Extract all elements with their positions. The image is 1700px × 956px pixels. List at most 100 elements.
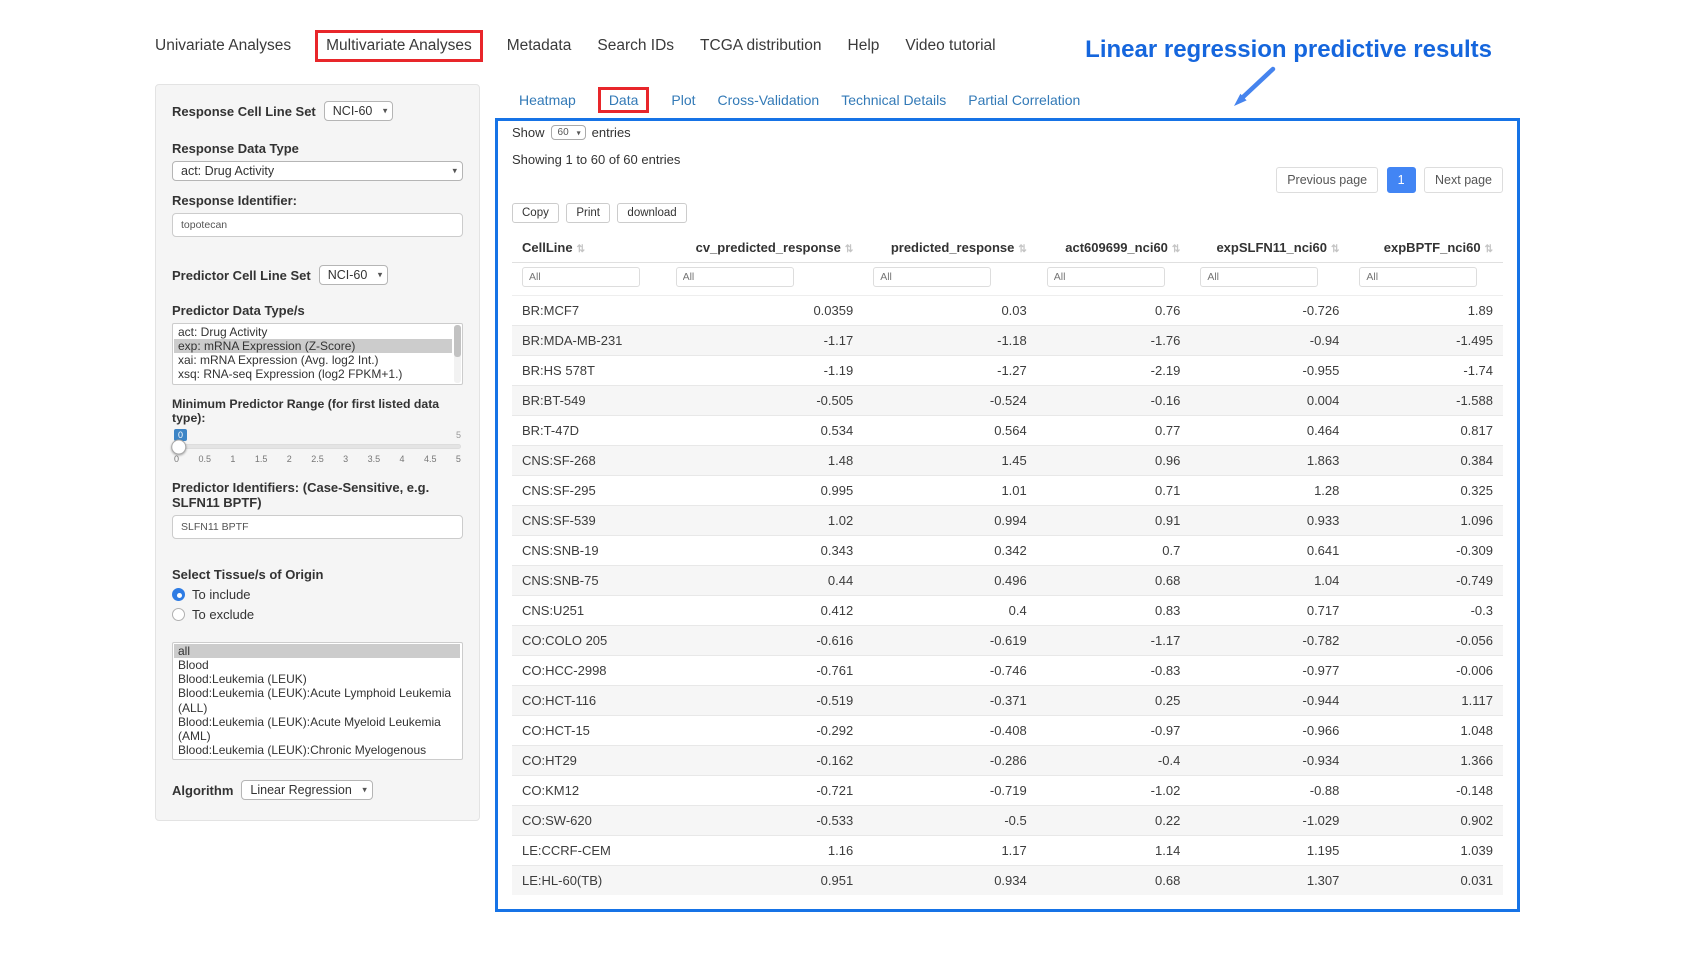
listbox-option[interactable]: xai: mRNA Expression (Avg. log2 Int.)	[174, 353, 452, 367]
column-filter-input[interactable]	[1200, 267, 1318, 287]
predictor-data-type-listbox[interactable]: act: Drug Activity exp: mRNA Expression …	[172, 323, 463, 385]
table-row[interactable]: BR:MDA-MB-231 -1.17 -1.18 -1.76 -0.94 -1…	[512, 326, 1503, 356]
column-filter-input[interactable]	[873, 267, 991, 287]
scrollbar[interactable]	[454, 325, 461, 383]
column-header[interactable]: predicted_response⇅	[863, 233, 1037, 263]
tissue-exclude-radio[interactable]: To exclude	[172, 607, 463, 622]
table-row[interactable]: CO:HCT-15 -0.292 -0.408 -0.97 -0.966 1.0…	[512, 716, 1503, 746]
cv-predicted-response-cell: -0.292	[666, 716, 864, 746]
nav-item[interactable]: Multivariate Analyses	[315, 30, 483, 62]
tab[interactable]: Data	[598, 87, 650, 113]
table-row[interactable]: BR:BT-549 -0.505 -0.524 -0.16 0.004 -1.5…	[512, 386, 1503, 416]
entries-count-select[interactable]: 60 ▾	[551, 125, 586, 140]
column-filter-input[interactable]	[676, 267, 794, 287]
current-page-button[interactable]: 1	[1387, 167, 1416, 193]
column-header[interactable]: expBPTF_nci60⇅	[1349, 233, 1503, 263]
sort-icon[interactable]: ⇅	[1172, 244, 1180, 255]
tab[interactable]: Partial Correlation	[968, 92, 1080, 108]
table-row[interactable]: CNS:SNB-19 0.343 0.342 0.7 0.641 -0.309	[512, 536, 1503, 566]
table-row[interactable]: CNS:U251 0.412 0.4 0.83 0.717 -0.3	[512, 596, 1503, 626]
table-row[interactable]: LE:HL-60(TB) 0.951 0.934 0.68 1.307 0.03…	[512, 866, 1503, 896]
previous-page-button[interactable]: Previous page	[1276, 167, 1378, 193]
slider-tick-label: 3	[343, 454, 348, 464]
listbox-option[interactable]: all	[174, 644, 460, 658]
cv-predicted-response-cell: 0.534	[666, 416, 864, 446]
algorithm-select[interactable]: Linear Regression ▾	[241, 780, 372, 800]
nav-item[interactable]: Search IDs	[597, 37, 674, 55]
table-row[interactable]: LE:CCRF-CEM 1.16 1.17 1.14 1.195 1.039	[512, 836, 1503, 866]
listbox-option[interactable]: xsq: RNA-seq Expression (log2 FPKM+1.)	[174, 367, 452, 381]
column-filter-input[interactable]	[522, 267, 640, 287]
response-data-type-select[interactable]: act: Drug Activity ▾	[172, 161, 463, 181]
predictor-identifiers-input[interactable]	[172, 515, 463, 539]
nav-item[interactable]: Video tutorial	[905, 37, 995, 55]
tab[interactable]: Technical Details	[841, 92, 946, 108]
table-row[interactable]: CNS:SF-295 0.995 1.01 0.71 1.28 0.325	[512, 476, 1503, 506]
select-value: NCI-60	[328, 268, 368, 282]
column-filter-input[interactable]	[1359, 267, 1477, 287]
next-page-button[interactable]: Next page	[1424, 167, 1503, 193]
listbox-option[interactable]: exp: mRNA Expression (Z-Score)	[174, 339, 452, 353]
predictor-cell-line-set-label: Predictor Cell Line Set	[172, 268, 311, 283]
column-header[interactable]: cv_predicted_response⇅	[666, 233, 864, 263]
table-row[interactable]: BR:T-47D 0.534 0.564 0.77 0.464 0.817	[512, 416, 1503, 446]
cv-predicted-response-cell: -1.17	[666, 326, 864, 356]
column-header[interactable]: expSLFN11_nci60⇅	[1190, 233, 1349, 263]
slider-handle[interactable]	[171, 439, 186, 454]
table-row[interactable]: BR:MCF7 0.0359 0.03 0.76 -0.726 1.89	[512, 296, 1503, 326]
table-row[interactable]: CNS:SF-539 1.02 0.994 0.91 0.933 1.096	[512, 506, 1503, 536]
table-row[interactable]: CO:SW-620 -0.533 -0.5 0.22 -1.029 0.902	[512, 806, 1503, 836]
table-row[interactable]: BR:HS 578T -1.19 -1.27 -2.19 -0.955 -1.7…	[512, 356, 1503, 386]
column-filter-input[interactable]	[1047, 267, 1165, 287]
tab[interactable]: Cross-Validation	[718, 92, 820, 108]
nav-item[interactable]: Help	[848, 37, 880, 55]
cv-predicted-response-cell: 1.16	[666, 836, 864, 866]
export-button[interactable]: Print	[566, 203, 610, 223]
tissue-listbox[interactable]: all Blood Blood:Leukemia (LEUK) Blood:Le…	[172, 642, 463, 760]
table-row[interactable]: CO:KM12 -0.721 -0.719 -1.02 -0.88 -0.148	[512, 776, 1503, 806]
sort-icon[interactable]: ⇅	[1018, 244, 1026, 255]
slider-track[interactable]	[174, 444, 461, 449]
response-identifier-label: Response Identifier:	[172, 193, 463, 208]
column-label: CellLine	[522, 240, 573, 255]
nav-item[interactable]: Univariate Analyses	[155, 37, 291, 55]
table-row[interactable]: CNS:SF-268 1.48 1.45 0.96 1.863 0.384	[512, 446, 1503, 476]
listbox-option[interactable]: Blood:Leukemia (LEUK):Acute Lymphoid Leu…	[174, 686, 460, 714]
table-row[interactable]: CO:HT29 -0.162 -0.286 -0.4 -0.934 1.366	[512, 746, 1503, 776]
listbox-option[interactable]: Blood:Leukemia (LEUK):Acute Myeloid Leuk…	[174, 715, 460, 743]
table-row[interactable]: CO:HCT-116 -0.519 -0.371 0.25 -0.944 1.1…	[512, 686, 1503, 716]
sort-icon[interactable]: ⇅	[1485, 244, 1493, 255]
tab[interactable]: Heatmap	[519, 92, 576, 108]
select-value: 60	[558, 127, 569, 138]
nav-item[interactable]: TCGA distribution	[700, 37, 821, 55]
response-identifier-input[interactable]	[172, 213, 463, 237]
sort-icon[interactable]: ⇅	[845, 244, 853, 255]
act609699-cell: 0.7	[1037, 536, 1191, 566]
expbptf-cell: -1.74	[1349, 356, 1503, 386]
column-header[interactable]: act609699_nci60⇅	[1037, 233, 1191, 263]
export-button[interactable]: Copy	[512, 203, 559, 223]
sort-icon[interactable]: ⇅	[1331, 244, 1339, 255]
chevron-down-icon: ▾	[452, 165, 457, 176]
table-row[interactable]: CO:COLO 205 -0.616 -0.619 -1.17 -0.782 -…	[512, 626, 1503, 656]
predicted-response-cell: 0.564	[863, 416, 1037, 446]
column-header[interactable]: CellLine ⇅	[512, 233, 666, 263]
table-filter-row	[512, 263, 1503, 296]
listbox-option[interactable]: Blood:Leukemia (LEUK):Chronic Myelogenou…	[174, 743, 460, 760]
act609699-cell: -1.02	[1037, 776, 1191, 806]
tissue-include-radio[interactable]: To include	[172, 587, 463, 602]
min-predictor-range-slider[interactable]: 0 5 00.511.522.533.544.55	[174, 429, 461, 464]
export-button[interactable]: download	[617, 203, 686, 223]
table-row[interactable]: CNS:SNB-75 0.44 0.496 0.68 1.04 -0.749	[512, 566, 1503, 596]
table-row[interactable]: CO:HCC-2998 -0.761 -0.746 -0.83 -0.977 -…	[512, 656, 1503, 686]
tab[interactable]: Plot	[671, 92, 695, 108]
expslfn11-cell: -0.88	[1190, 776, 1349, 806]
listbox-option[interactable]: act: Drug Activity	[174, 325, 452, 339]
cv-predicted-response-cell: -0.533	[666, 806, 864, 836]
nav-item[interactable]: Metadata	[507, 37, 572, 55]
sort-icon[interactable]: ⇅	[577, 244, 585, 255]
listbox-option[interactable]: Blood:Leukemia (LEUK)	[174, 672, 460, 686]
predictor-cell-line-set-select[interactable]: NCI-60 ▾	[319, 265, 389, 285]
response-cell-line-set-select[interactable]: NCI-60 ▾	[324, 101, 394, 121]
listbox-option[interactable]: Blood	[174, 658, 460, 672]
